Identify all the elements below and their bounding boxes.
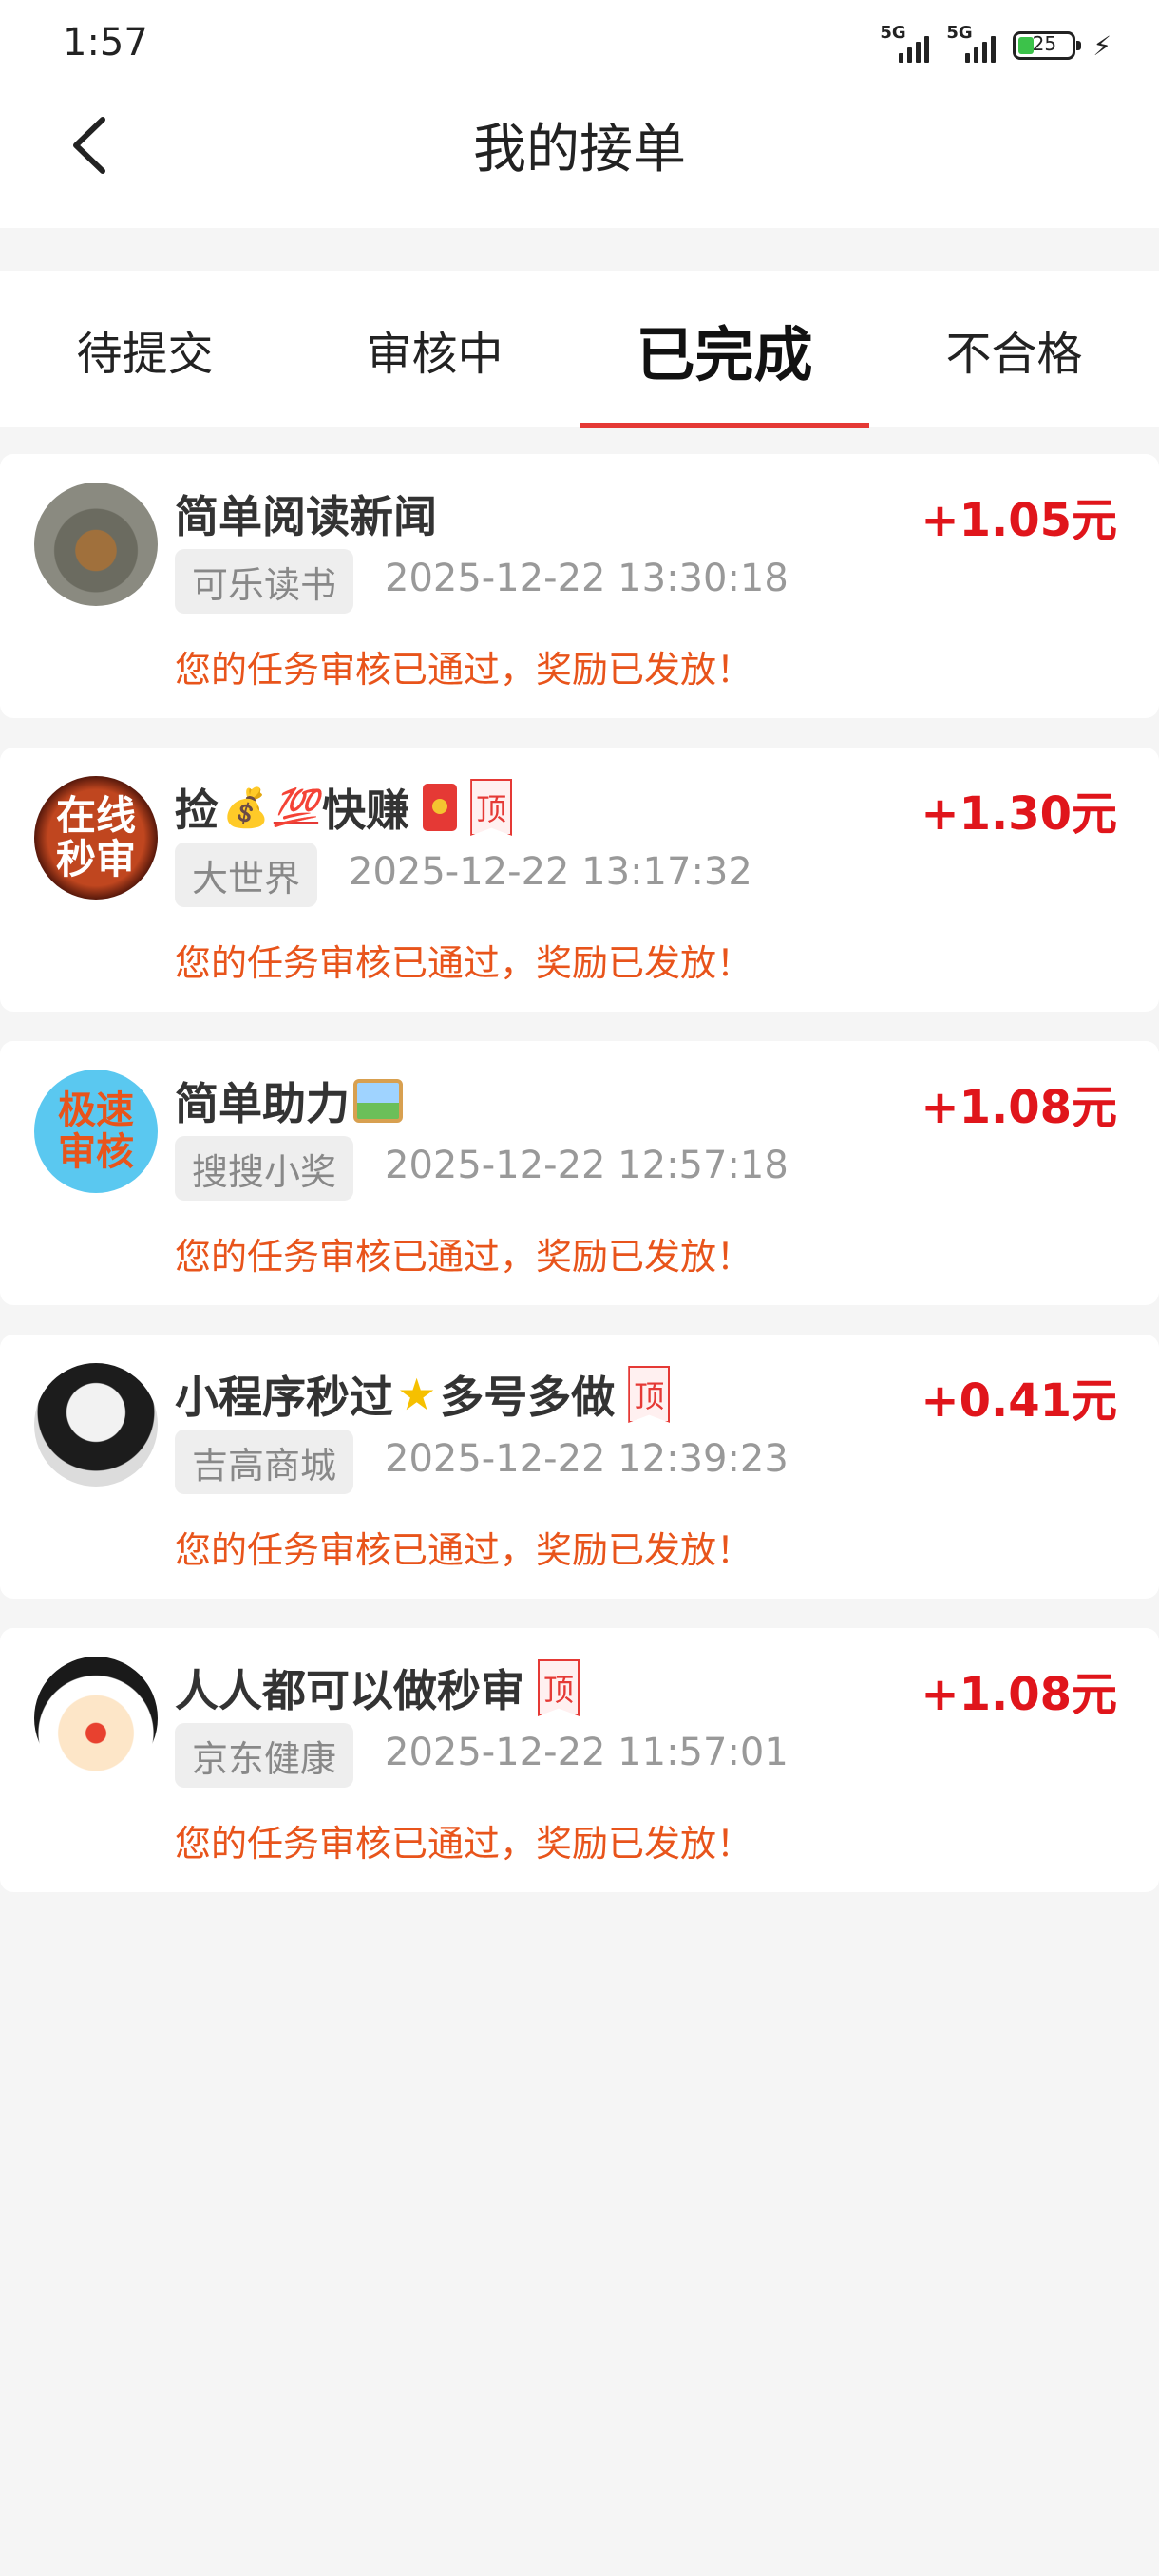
order-status: 您的任务审核已通过，奖励已发放！: [175, 1529, 753, 1571]
avatar: 在线秒审: [34, 776, 158, 900]
picture-icon: [353, 1079, 403, 1123]
money-bag-icon: 💰: [222, 786, 270, 830]
top-bar: 1:57 5G 5G 25 ⚡ 我的接单: [0, 0, 1159, 228]
order-amount: +1.08元: [921, 1081, 1117, 1134]
avatar: [34, 483, 158, 606]
order-status: 您的任务审核已通过，奖励已发放！: [175, 942, 753, 984]
order-time: 2025-12-22 13:17:32: [349, 850, 752, 894]
order-status: 您的任务审核已通过，奖励已发放！: [175, 1236, 753, 1278]
order-status: 您的任务审核已通过，奖励已发放！: [175, 1823, 753, 1865]
shop-tag: 京东健康: [175, 1723, 354, 1788]
order-amount: +1.30元: [921, 787, 1117, 841]
tab-pending-submit[interactable]: 待提交: [0, 271, 290, 427]
order-status: 您的任务审核已通过，奖励已发放！: [175, 649, 753, 691]
battery-icon: 25: [1013, 31, 1082, 60]
signal-icon: 5G: [946, 23, 997, 63]
avatar: 极速审核: [34, 1070, 158, 1193]
signal-icon: 5G: [880, 23, 930, 63]
order-card[interactable]: 在线秒审 捡 💰 💯 快赚 顶 +1.30元 大世界 2025-12-22 13…: [0, 748, 1159, 1012]
star-icon: ★: [397, 1369, 437, 1420]
pinned-badge: 顶: [628, 1366, 671, 1423]
order-time: 2025-12-22 12:39:23: [385, 1437, 788, 1481]
shop-tag: 搜搜小奖: [175, 1136, 354, 1201]
order-title: 小程序秒过 ★ 多号多做 顶: [175, 1363, 671, 1426]
order-amount: +1.08元: [921, 1668, 1117, 1721]
status-time: 1:57: [63, 21, 148, 65]
order-title: 人人都可以做秒审 顶: [175, 1657, 580, 1719]
hundred-points-icon: 💯: [273, 786, 319, 828]
page-title: 我的接单: [473, 119, 686, 180]
avatar: [34, 1657, 158, 1780]
order-title: 简单助力: [175, 1070, 403, 1132]
order-amount: +0.41元: [921, 1374, 1117, 1428]
status-bar: 1:57 5G 5G 25 ⚡: [0, 0, 1159, 95]
order-card[interactable]: 小程序秒过 ★ 多号多做 顶 +0.41元 吉高商城 2025-12-22 12…: [0, 1335, 1159, 1599]
charging-icon: ⚡: [1092, 29, 1112, 62]
order-title: 简单阅读新闻: [175, 491, 437, 542]
shop-tag: 吉高商城: [175, 1430, 354, 1494]
shop-tag: 大世界: [175, 843, 318, 907]
order-title: 捡 💰 💯 快赚 顶: [175, 776, 513, 839]
pinned-badge: 顶: [470, 779, 513, 836]
order-time: 2025-12-22 11:57:01: [385, 1731, 788, 1774]
order-time: 2025-12-22 12:57:18: [385, 1144, 788, 1187]
status-icons: 5G 5G 25 ⚡: [880, 23, 1112, 63]
order-card[interactable]: 人人都可以做秒审 顶 +1.08元 京东健康 2025-12-22 11:57:…: [0, 1628, 1159, 1892]
avatar: [34, 1363, 158, 1487]
order-time: 2025-12-22 13:30:18: [385, 557, 788, 600]
order-card[interactable]: 简单阅读新闻 +1.05元 可乐读书 2025-12-22 13:30:18 您…: [0, 454, 1159, 718]
pinned-badge: 顶: [538, 1659, 580, 1716]
tab-bar: 待提交 审核中 已完成 不合格: [0, 271, 1159, 428]
order-amount: +1.05元: [921, 494, 1117, 547]
order-card[interactable]: 极速审核 简单助力 +1.08元 搜搜小奖 2025-12-22 12:57:1…: [0, 1041, 1159, 1305]
tab-under-review[interactable]: 审核中: [290, 271, 580, 427]
tab-failed[interactable]: 不合格: [869, 271, 1159, 427]
shop-tag: 可乐读书: [175, 549, 354, 614]
red-envelope-icon: [423, 784, 458, 831]
active-tab-indicator: [580, 423, 869, 428]
tab-completed[interactable]: 已完成: [580, 271, 869, 427]
